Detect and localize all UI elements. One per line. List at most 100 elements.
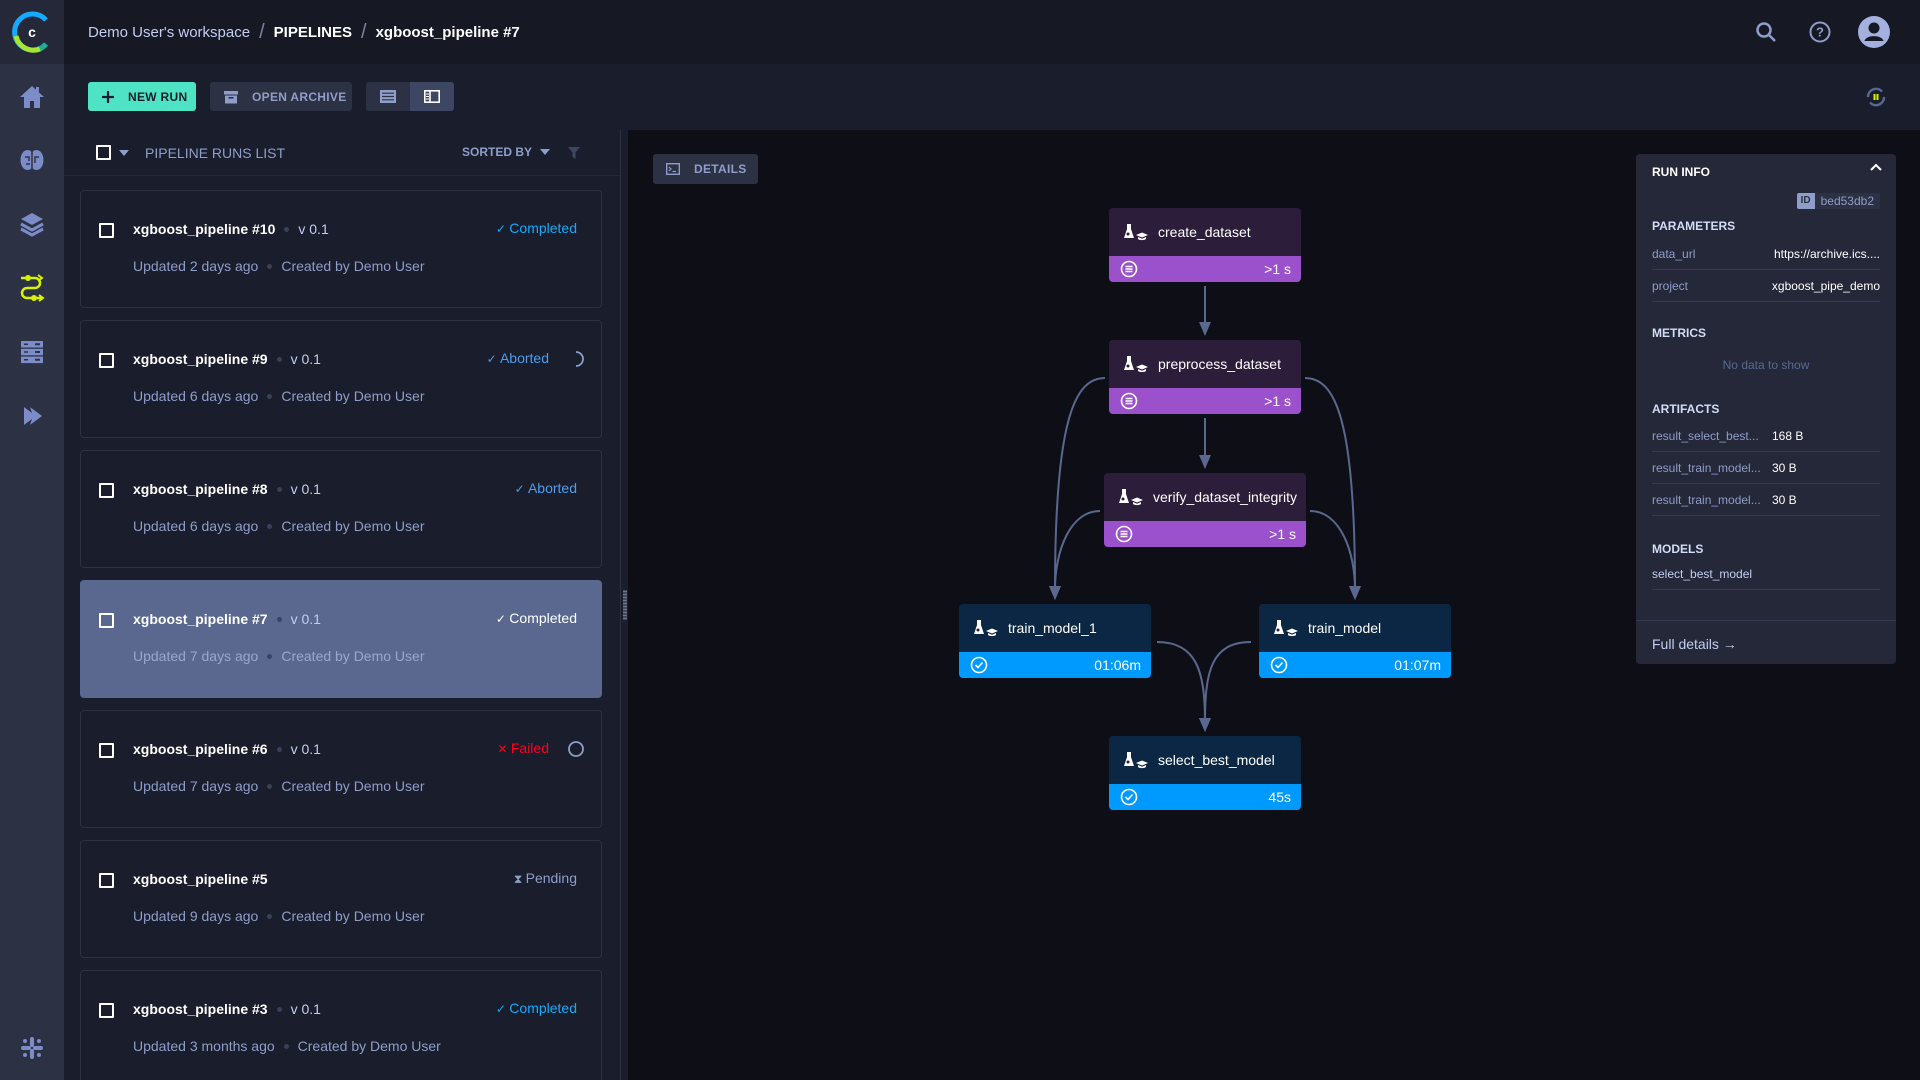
artifact-row[interactable]: result_train_model... 30 B	[1652, 452, 1880, 484]
run-checkbox[interactable]	[99, 353, 114, 368]
pipeline-step-icon	[1124, 224, 1148, 241]
check-circle-icon	[1120, 788, 1138, 806]
run-created-by: Created by Demo User	[297, 1038, 441, 1054]
run-card[interactable]: xgboost_pipeline #7 v 0.1 Updated 7 days …	[80, 580, 602, 698]
select-menu-chevron-icon[interactable]	[119, 149, 129, 156]
slack-icon	[21, 1037, 43, 1059]
auto-refresh-toggle[interactable]	[1864, 85, 1888, 109]
chevron-down-icon	[540, 149, 551, 155]
sidebar-item-home[interactable]	[16, 81, 48, 113]
details-button[interactable]: DETAILS	[653, 154, 758, 184]
sidebar-item-deploy[interactable]	[16, 400, 48, 432]
run-updated: Updated 6 days ago	[133, 388, 259, 404]
run-card[interactable]: xgboost_pipeline #8 v 0.1 Updated 6 days …	[80, 450, 602, 568]
node-label: create_dataset	[1158, 224, 1251, 240]
app-logo[interactable]: c	[0, 0, 64, 64]
details-view-button[interactable]	[410, 82, 454, 111]
artifact-row[interactable]: result_select_best... 168 B	[1652, 420, 1880, 452]
search-icon	[1756, 22, 1776, 42]
run-created-by: Created by Demo User	[281, 388, 425, 404]
status-badge: ✓ Aborted	[515, 480, 577, 496]
dag-node-preprocess-dataset[interactable]: preprocess_dataset >1 s	[1109, 340, 1301, 414]
dag-node-verify-dataset-integrity[interactable]: verify_dataset_integrity >1 s	[1104, 473, 1306, 547]
run-card[interactable]: xgboost_pipeline #6 v 0.1 Updated 7 days …	[80, 710, 602, 828]
dag-node-create-dataset[interactable]: create_dataset >1 s	[1109, 208, 1301, 282]
drag-handle-icon[interactable]	[623, 590, 627, 620]
node-label: train_model	[1308, 620, 1382, 636]
run-name: xgboost_pipeline #5	[133, 871, 268, 887]
home-icon	[20, 86, 44, 108]
separator-dot	[267, 653, 273, 659]
run-created-by: Created by Demo User	[281, 518, 425, 534]
run-checkbox[interactable]	[99, 613, 114, 628]
run-id-badge[interactable]: ID bed53db2	[1796, 193, 1880, 209]
node-duration: >1 s	[1264, 393, 1291, 409]
search-button[interactable]	[1754, 20, 1778, 44]
new-run-label: NEW RUN	[128, 89, 188, 104]
run-checkbox[interactable]	[99, 1003, 114, 1018]
run-card[interactable]: xgboost_pipeline #9 v 0.1 Updated 6 days …	[80, 320, 602, 438]
separator-dot	[267, 263, 273, 269]
run-checkbox[interactable]	[99, 223, 114, 238]
brain-icon	[20, 150, 44, 170]
breadcrumb-pipelines[interactable]: PIPELINES	[274, 24, 352, 41]
artifacts-heading: ARTIFACTS	[1652, 402, 1720, 416]
sidebar-item-pipelines[interactable]	[16, 272, 48, 304]
filter-icon[interactable]	[568, 147, 580, 159]
dag-node-train-model-1[interactable]: train_model_1 01:06m	[959, 604, 1151, 678]
node-duration: >1 s	[1264, 261, 1291, 277]
toolbar: NEW RUN OPEN ARCHIVE	[64, 64, 1920, 130]
open-archive-button[interactable]: OPEN ARCHIVE	[210, 82, 352, 111]
status-label: Failed	[510, 740, 549, 756]
table-view-button[interactable]	[366, 82, 410, 111]
model-row[interactable]: select_best_model	[1652, 558, 1880, 590]
loading-spinner-icon	[575, 351, 584, 367]
select-all-checkbox[interactable]	[96, 145, 111, 160]
metrics-heading: METRICS	[1652, 326, 1706, 340]
run-version: v 0.1	[290, 351, 321, 367]
panel-resizer[interactable]	[620, 130, 628, 1080]
running-status-icon	[1120, 392, 1138, 410]
run-checkbox[interactable]	[99, 483, 114, 498]
run-checkbox[interactable]	[99, 743, 114, 758]
dag-node-train-model[interactable]: train_model 01:07m	[1259, 604, 1451, 678]
node-label: verify_dataset_integrity	[1153, 489, 1297, 505]
separator-dot	[276, 356, 282, 362]
sidebar-item-datasets[interactable]	[16, 208, 48, 240]
help-button[interactable]: ?	[1808, 20, 1832, 44]
run-version: v 0.1	[298, 221, 329, 237]
parameter-key: data_url	[1652, 246, 1696, 261]
pipeline-step-icon	[974, 620, 998, 637]
sort-by-button[interactable]: SORTED BY	[462, 145, 551, 159]
parameter-value: xgboost_pipe_demo	[1771, 278, 1880, 293]
collapse-chevron-up-icon[interactable]	[1870, 163, 1882, 171]
parameter-key: project	[1652, 278, 1689, 293]
sidebar-item-projects[interactable]	[16, 144, 48, 176]
pipeline-step-icon	[1124, 356, 1148, 373]
run-info-footer: Full details →	[1636, 620, 1896, 667]
run-checkbox[interactable]	[99, 873, 114, 888]
status-badge: ✓ Completed	[496, 1000, 577, 1016]
breadcrumb-workspace[interactable]: Demo User's workspace	[88, 24, 250, 41]
running-status-icon	[1120, 260, 1138, 278]
run-card[interactable]: xgboost_pipeline #10 v 0.1 Updated 2 days…	[80, 190, 602, 308]
run-card[interactable]: xgboost_pipeline #3 v 0.1 Updated 3 month…	[80, 970, 602, 1080]
breadcrumb: Demo User's workspace / PIPELINES / xgbo…	[88, 21, 520, 44]
parameter-row: project xgboost_pipe_demo	[1652, 270, 1880, 302]
full-details-link[interactable]: Full details →	[1636, 621, 1896, 667]
run-updated: Updated 9 days ago	[133, 908, 259, 924]
slack-community-button[interactable]	[16, 1032, 48, 1064]
run-id: bed53db2	[1820, 194, 1874, 208]
artifact-name: result_select_best...	[1652, 428, 1759, 443]
sidebar-item-orchestration[interactable]	[16, 336, 48, 368]
run-name: xgboost_pipeline #9	[133, 351, 268, 367]
run-updated: Updated 7 days ago	[133, 778, 259, 794]
table-view-icon	[380, 90, 396, 103]
new-run-button[interactable]: NEW RUN	[88, 82, 196, 111]
dag-node-select-best-model[interactable]: select_best_model 45s	[1109, 736, 1301, 810]
run-updated: Updated 7 days ago	[133, 648, 259, 664]
artifact-row[interactable]: result_train_model... 30 B	[1652, 484, 1880, 516]
run-card[interactable]: xgboost_pipeline #5 Updated 9 days ago Cr…	[80, 840, 602, 958]
user-avatar[interactable]	[1858, 16, 1890, 48]
artifact-name: result_train_model...	[1652, 460, 1761, 475]
